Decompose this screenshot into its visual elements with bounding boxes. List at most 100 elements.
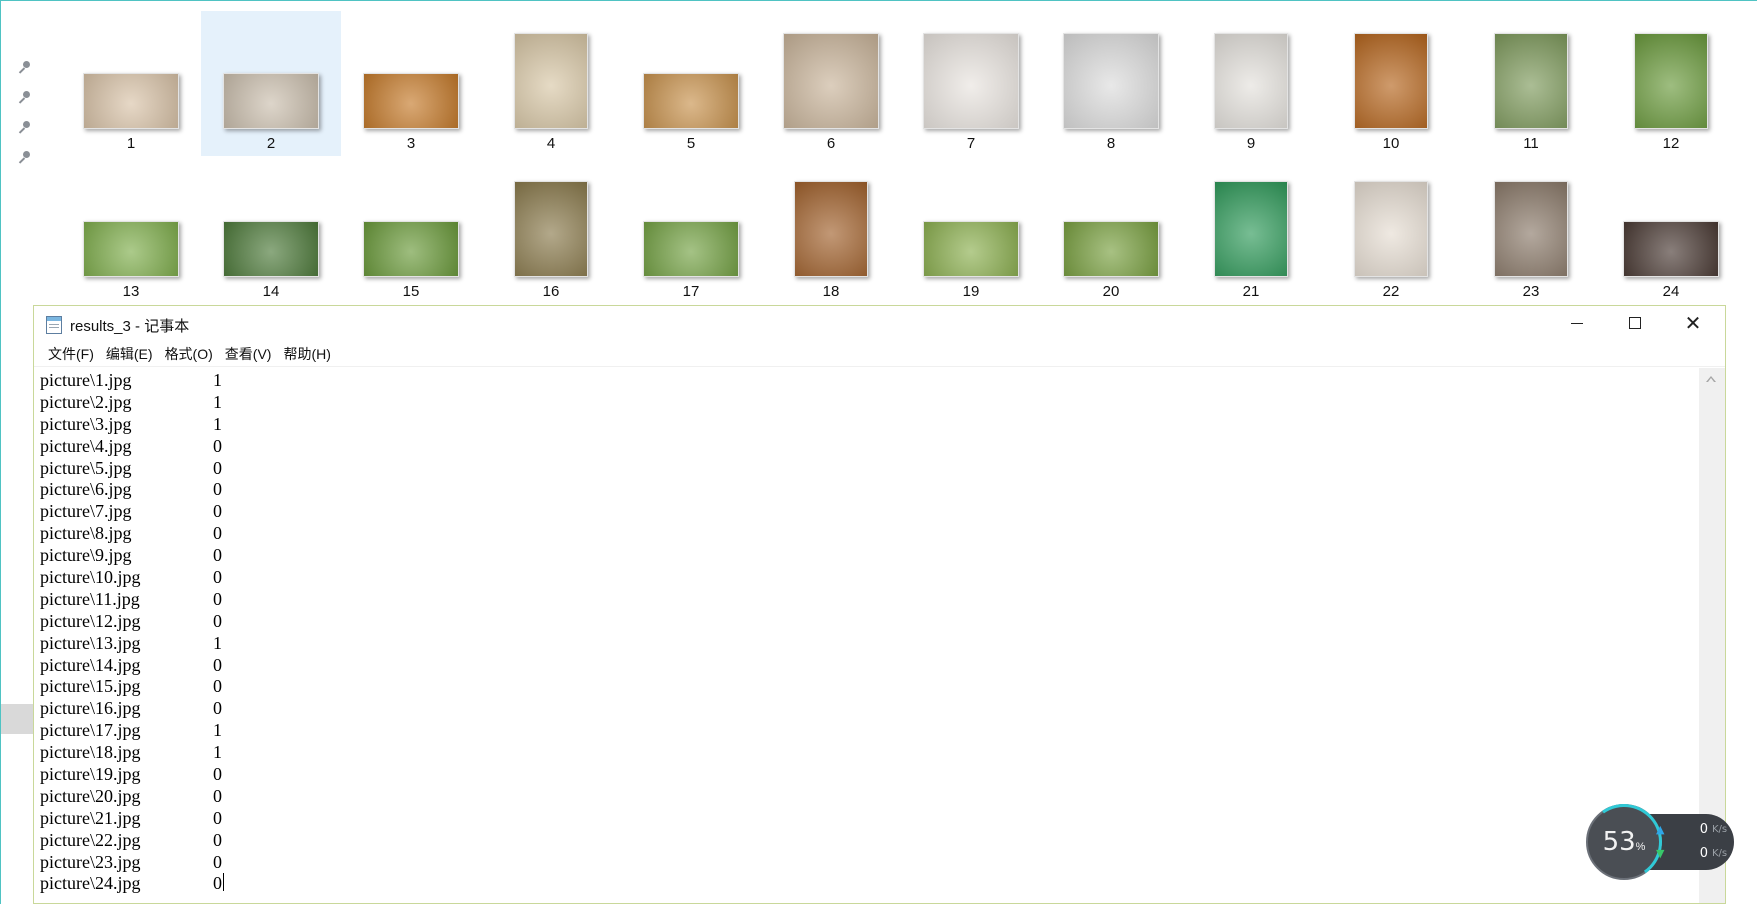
pin-icon[interactable] — [15, 149, 37, 166]
thumbnail-item[interactable]: 23 — [1461, 159, 1601, 304]
thumbnail-frame — [1191, 17, 1311, 129]
thumbnail-frame — [211, 165, 331, 277]
text-line: picture\16.jpg 0 — [40, 698, 1696, 720]
line-value: 1 — [213, 742, 222, 763]
thumbnail-item[interactable]: 16 — [481, 159, 621, 304]
thumbnail-item[interactable]: 12 — [1601, 11, 1741, 156]
text-editor[interactable]: picture\1.jpg 1 picture\2.jpg 1 picture\3.jp… — [34, 368, 1696, 903]
text-line: picture\18.jpg 1 — [40, 742, 1696, 764]
thumbnail-item[interactable]: 3 — [341, 11, 481, 156]
text-line: picture\14.jpg 0 — [40, 655, 1696, 677]
thumbnail-label: 3 — [406, 135, 416, 152]
download-unit: K/s — [1712, 847, 1728, 859]
pin-icon[interactable] — [15, 59, 37, 76]
thumbnail-item[interactable]: 21 — [1181, 159, 1321, 304]
thumbnail-label: 20 — [1102, 283, 1120, 300]
line-filepath: picture\21.jpg — [40, 807, 141, 828]
thumbnail-item[interactable]: 18 — [761, 159, 901, 304]
thumbnail-item[interactable]: 4 — [481, 11, 621, 156]
thumbnail-item[interactable]: 17 — [621, 159, 761, 304]
thumbnail-item[interactable]: 5 — [621, 11, 761, 156]
thumbnail-image-black-dog-grass — [1634, 33, 1708, 129]
title-bar[interactable]: results_3 - 记事本 ✕ — [34, 306, 1725, 342]
maximize-button[interactable] — [1606, 306, 1664, 340]
line-filepath: picture\3.jpg — [40, 413, 132, 434]
line-filepath: picture\1.jpg — [40, 370, 132, 390]
thumbnail-image-chihuahua — [923, 33, 1019, 129]
usage-gauge: 53 % — [1579, 797, 1669, 887]
menu-file[interactable]: 文件(F) — [42, 343, 100, 365]
thumbnail-frame — [1611, 165, 1731, 277]
line-filepath: picture\11.jpg — [40, 588, 140, 609]
line-value: 0 — [213, 764, 222, 785]
line-value: 0 — [213, 807, 222, 828]
network-speed-widget[interactable]: 53 % ▲ 0 K/s ▼ 0 K/s — [1579, 797, 1736, 887]
thumbnail-item[interactable]: 7 — [901, 11, 1041, 156]
text-line: picture\7.jpg 0 — [40, 501, 1696, 523]
close-button[interactable]: ✕ — [1664, 306, 1722, 340]
line-filepath: picture\17.jpg — [40, 720, 141, 741]
text-line: picture\24.jpg 0 — [40, 873, 1696, 895]
line-filepath: picture\14.jpg — [40, 654, 141, 675]
line-value: 1 — [213, 370, 222, 390]
scroll-up-icon[interactable] — [1706, 376, 1716, 382]
line-value: 0 — [213, 785, 222, 806]
line-filepath: picture\10.jpg — [40, 567, 141, 588]
thumbnail-image-dogs-on-grass — [83, 221, 179, 277]
thumbnail-label: 2 — [266, 135, 276, 152]
thumbnail-item[interactable]: 1 — [61, 11, 201, 156]
thumbnail-label: 5 — [686, 135, 696, 152]
thumbnail-item[interactable]: 10 — [1321, 11, 1461, 156]
line-value: 0 — [213, 501, 222, 522]
thumbnail-item[interactable]: 22 — [1321, 159, 1461, 304]
line-filepath: picture\16.jpg — [40, 698, 141, 719]
thumbnail-frame — [1051, 165, 1171, 277]
download-speed: ▼ 0 K/s — [1656, 842, 1734, 864]
text-line: picture\22.jpg 0 — [40, 830, 1696, 852]
thumbnail-frame — [211, 17, 331, 129]
text-line: picture\12.jpg 0 — [40, 611, 1696, 633]
thumbnail-item[interactable]: 2 — [201, 11, 341, 156]
thumbnail-item[interactable]: 11 — [1461, 11, 1601, 156]
upload-arrow-icon: ▲ — [1656, 822, 1665, 836]
thumbnail-image-lab-puppy — [514, 33, 588, 129]
thumbnail-image-pug — [783, 33, 879, 129]
thumbnail-item[interactable]: 9 — [1181, 11, 1321, 156]
line-value: 0 — [213, 545, 222, 566]
side-scroll-tab[interactable] — [1, 704, 33, 734]
thumbnail-image-tabby-kitten — [223, 73, 319, 129]
menu-format[interactable]: 格式(O) — [159, 343, 219, 365]
thumbnail-image-dog-on-path — [1494, 33, 1568, 129]
thumbnail-frame — [1331, 165, 1451, 277]
thumbnail-item[interactable]: 6 — [761, 11, 901, 156]
text-line: picture\11.jpg 0 — [40, 589, 1696, 611]
text-line: picture\13.jpg 1 — [40, 633, 1696, 655]
thumbnail-item[interactable]: 8 — [1041, 11, 1181, 156]
thumbnail-label: 22 — [1382, 283, 1400, 300]
line-filepath: picture\12.jpg — [40, 610, 141, 631]
line-value: 0 — [213, 567, 222, 588]
thumbnail-label: 14 — [262, 283, 280, 300]
pin-icon[interactable] — [15, 119, 37, 136]
text-line: picture\20.jpg 0 — [40, 786, 1696, 808]
thumbnail-image-boxer-puppy — [1354, 181, 1428, 277]
thumbnail-item[interactable]: 13 — [61, 159, 201, 304]
line-value: 0 — [213, 698, 222, 719]
minimize-button[interactable] — [1548, 306, 1606, 340]
line-value: 0 — [213, 457, 222, 478]
menu-view[interactable]: 查看(V) — [219, 343, 278, 365]
line-value: 1 — [213, 632, 222, 653]
upload-unit: K/s — [1712, 823, 1728, 835]
thumbnail-item[interactable]: 15 — [341, 159, 481, 304]
thumbnail-item[interactable]: 14 — [201, 159, 341, 304]
thumbnail-frame — [911, 165, 1031, 277]
thumbnail-item[interactable]: 19 — [901, 159, 1041, 304]
pin-icon[interactable] — [15, 89, 37, 106]
thumbnail-frame — [71, 165, 191, 277]
line-value: 0 — [213, 676, 222, 697]
menu-edit[interactable]: 编辑(E) — [100, 343, 159, 365]
menu-help[interactable]: 帮助(H) — [277, 343, 336, 365]
thumbnail-item[interactable]: 24 — [1601, 159, 1741, 304]
line-filepath: picture\5.jpg — [40, 457, 132, 478]
thumbnail-item[interactable]: 20 — [1041, 159, 1181, 304]
